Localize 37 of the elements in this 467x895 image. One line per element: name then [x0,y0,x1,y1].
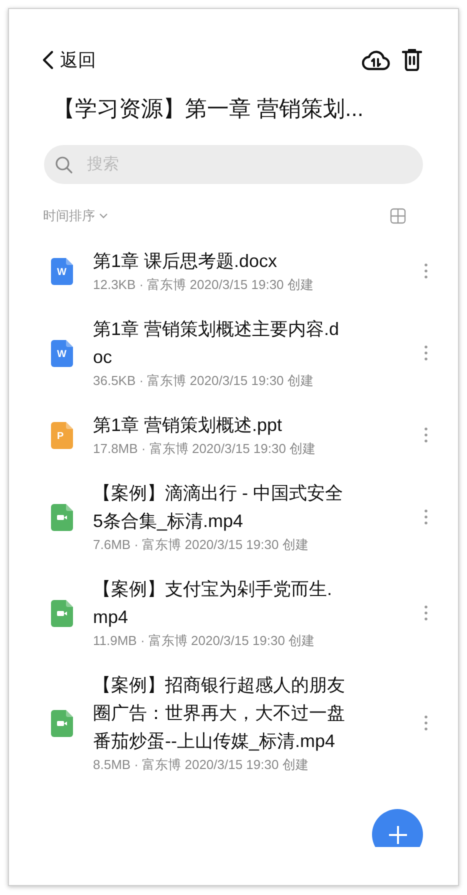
file-meta: 12.3KB · 富东博 2020/3/15 19:30 创建 [93,276,314,294]
word-file-icon [51,340,73,366]
file-meta: 7.6MB · 富东博 2020/3/15 19:30 创建 [93,536,308,554]
cloud-icon[interactable] [362,49,390,71]
word-file-icon [51,258,73,284]
file-name[interactable]: 第1章 营销策划概述.ppt [93,411,346,439]
file-type-label: W [57,266,66,278]
video-file-icon [51,600,73,626]
file-name[interactable]: 【案例】滴滴出行 - 中国式安全5条合集_标清.mp4 [93,479,346,535]
video-file-icon [51,504,73,530]
add-button[interactable] [372,809,423,847]
file-name[interactable]: 【案例】招商银行超感人的朋友圈广告：世界再大，大不过一盘番茄炒蛋--上山传媒_标清.mp4 [93,671,346,755]
more-icon[interactable] [424,509,428,525]
back-icon [42,50,54,70]
search-icon [55,156,73,174]
chevron-down-icon [99,213,108,219]
more-icon[interactable] [424,345,428,361]
file-name[interactable]: 【案例】支付宝为剁手党而生.mp4 [93,575,346,631]
file-meta: 36.5KB · 富东博 2020/3/15 19:30 创建 [93,372,314,390]
file-meta: 17.8MB · 富东博 2020/3/15 19:30 创建 [93,440,316,458]
file-type-label: P [57,430,64,442]
page-title: 【学习资源】第一章 营销策划... [53,95,364,123]
file-type-label: W [57,348,66,360]
file-meta: 11.9MB · 富东博 2020/3/15 19:30 创建 [93,632,315,650]
more-icon[interactable] [424,263,428,279]
more-icon[interactable] [424,427,428,443]
file-name[interactable]: 第1章 课后思考题.docx [93,247,346,275]
grid-view-icon[interactable] [390,208,406,224]
back-button[interactable]: 返回 [42,46,96,74]
trash-icon[interactable] [402,49,422,71]
plus-icon [388,824,408,844]
video-file-icon [51,710,73,736]
more-icon[interactable] [424,715,428,731]
file-name[interactable]: 第1章 营销策划概述主要内容.doc [93,315,346,371]
file-meta: 8.5MB · 富东博 2020/3/15 19:30 创建 [93,756,308,774]
more-icon[interactable] [424,605,428,621]
ppt-file-icon [51,422,73,448]
